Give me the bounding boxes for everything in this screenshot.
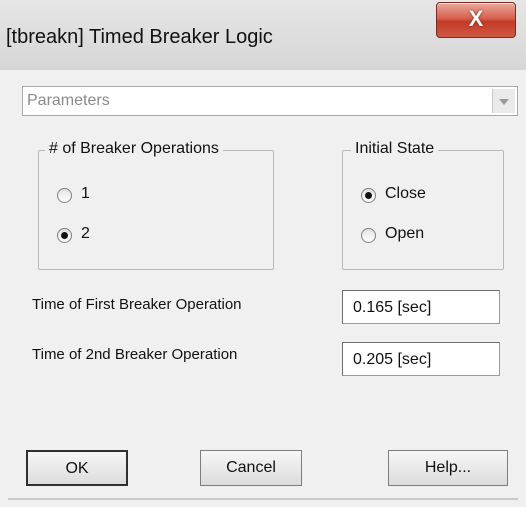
second-operation-time-input[interactable]: 0.205 [sec] [342, 342, 500, 376]
cancel-button-label: Cancel [226, 459, 276, 476]
radio-operations-2-label: 2 [81, 225, 90, 242]
parameters-dropdown-value: Parameters [27, 92, 110, 109]
breaker-operations-group: # of Breaker Operations 1 2 [38, 140, 274, 270]
close-button[interactable]: X [436, 2, 516, 38]
radio-operations-1-label: 1 [81, 185, 90, 202]
first-operation-time-input[interactable]: 0.165 [sec] [342, 290, 500, 324]
radio-button-icon[interactable] [361, 228, 376, 243]
second-operation-time-value: 0.205 [sec] [353, 351, 432, 368]
initial-state-group: Initial State Close Open [342, 140, 504, 270]
radio-button-checked-icon[interactable] [57, 228, 72, 243]
first-operation-time-value: 0.165 [sec] [353, 299, 432, 316]
title-bar: [tbreakn] Timed Breaker Logic X [0, 0, 526, 70]
parameters-dropdown[interactable]: Parameters [22, 86, 518, 116]
window-title: [tbreakn] Timed Breaker Logic [6, 26, 273, 48]
initial-state-group-label: Initial State [351, 140, 439, 158]
dialog-window: [tbreakn] Timed Breaker Logic X Paramete… [0, 0, 526, 507]
help-button-label: Help... [424, 459, 472, 476]
radio-button-checked-icon[interactable] [361, 188, 376, 203]
radio-state-open-label: Open [385, 225, 425, 242]
second-operation-time-label: Time of 2nd Breaker Operation [32, 346, 238, 363]
first-operation-time-label: Time of First Breaker Operation [32, 296, 242, 313]
dialog-bottom-divider [8, 498, 518, 500]
radio-state-close-label: Close [385, 185, 426, 202]
chevron-down-icon[interactable] [492, 89, 515, 113]
radio-button-icon[interactable] [57, 188, 72, 203]
help-button[interactable]: Help... [388, 450, 508, 486]
cancel-button[interactable]: Cancel [200, 450, 302, 486]
ok-button[interactable]: OK [26, 450, 128, 486]
breaker-operations-group-label: # of Breaker Operations [45, 140, 223, 158]
close-icon: X [468, 6, 484, 31]
dialog-client-area: Parameters # of Breaker Operations 1 2 I… [8, 70, 518, 500]
ok-button-label: OK [65, 460, 89, 477]
